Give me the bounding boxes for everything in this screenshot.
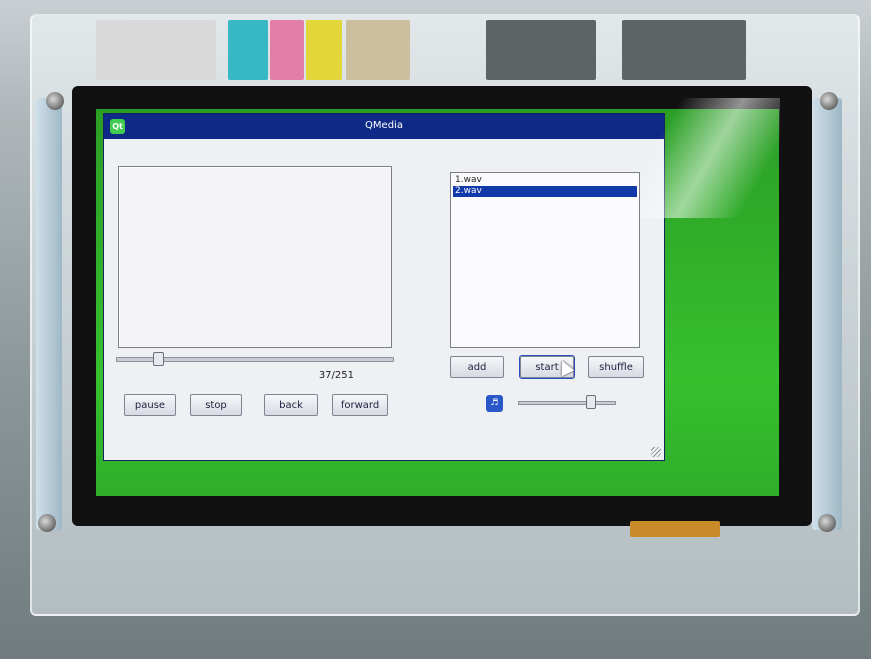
playlist-item-selected[interactable]: 2.wav [453,186,637,197]
pause-button[interactable]: pause [124,394,176,416]
window-title: QMedia [365,120,403,131]
audio-jack-pink [270,20,304,80]
time-counter: 37/251 [318,370,354,381]
ribbon-cable [630,521,720,537]
speaker-icon[interactable]: ♬ [486,395,503,412]
screw-icon [818,514,836,532]
playlist-item[interactable]: 1.wav [453,175,637,186]
seek-slider-handle[interactable] [153,352,165,366]
resize-grip-icon[interactable] [651,447,661,457]
screw-icon [46,92,64,110]
add-button[interactable]: add [450,356,504,378]
volume-slider-handle[interactable] [586,395,596,409]
playlist[interactable]: 1.wav 2.wav [450,172,640,348]
volume-slider-track[interactable] [518,401,616,405]
forward-button[interactable]: forward [332,394,388,416]
qmedia-window: Qt QMedia 37/251 pause stop back forward… [104,114,664,460]
serial-port-left [486,20,596,80]
video-display [118,166,392,348]
screw-icon [820,92,838,110]
serial-port-right [622,20,746,80]
board-edge-left [36,98,62,530]
usb-connectors [96,20,216,80]
audio-jack-blue [228,20,268,80]
ethernet-port [346,20,410,80]
board-edge-right [812,98,842,530]
screw-icon [38,514,56,532]
title-bar[interactable]: Qt QMedia [104,114,664,139]
stop-button[interactable]: stop [190,394,242,416]
back-button[interactable]: back [264,394,318,416]
audio-jack-yellow [306,20,342,80]
shuffle-button[interactable]: shuffle [588,356,644,378]
